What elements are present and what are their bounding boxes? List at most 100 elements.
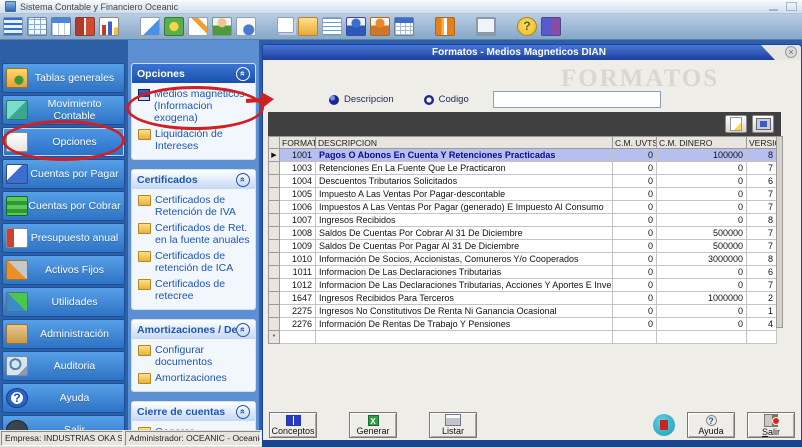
window-grid-icon[interactable]	[51, 17, 71, 36]
sidebar-item-cuentas-por-cobrar[interactable]: Cuentas por Cobrar	[2, 191, 125, 221]
folder-icon	[138, 373, 151, 384]
conceptos-button[interactable]: Conceptos	[269, 412, 317, 438]
table-row[interactable]: 1008Saldos De Cuentas Por Cobrar Al 31 D…	[269, 227, 777, 240]
panel-item-certificados-de-ret-en-la-fuente-anuales[interactable]: Certificados de Ret. en la fuente anuale…	[134, 220, 253, 248]
collapse-icon[interactable]	[236, 173, 250, 187]
user-search-icon[interactable]	[346, 17, 366, 36]
table-row[interactable]: 1012Informacion De Las Declaraciones Tri…	[269, 279, 777, 292]
cell-descripcion: Información De Rentas De Trabajo Y Pensi…	[316, 318, 613, 331]
column-header-formato[interactable]: FORMAT	[280, 137, 316, 149]
panel-item-configurar-documentos[interactable]: Configurar documentos	[134, 342, 253, 370]
open-folder-icon[interactable]	[298, 17, 318, 36]
listar-button[interactable]: Listar	[429, 412, 477, 438]
cell-value: 2276	[280, 318, 316, 331]
panel-item-certificados-de-retenci-n-de-iva[interactable]: Certificados de Retención de IVA	[134, 192, 253, 220]
panel-item-certificados-de-retenci-n-de-ica[interactable]: Certificados de retención de ICA	[134, 248, 253, 276]
cell-value: 0	[657, 318, 747, 331]
money-icon[interactable]	[164, 17, 184, 36]
panel-item-amortizaciones[interactable]: Amortizaciones	[134, 370, 253, 386]
sidebar-item-tablas-generales[interactable]: Tablas generales	[2, 63, 125, 93]
bar-chart-icon[interactable]	[99, 17, 119, 36]
table-row[interactable]: 1010Información De Socios, Accionistas, …	[269, 253, 777, 266]
table-row[interactable]: 2275Ingresos No Constitutivos De Renta N…	[269, 305, 777, 318]
sidebar-item-ayuda[interactable]: Ayuda	[2, 383, 125, 413]
table-row[interactable]: 1009Saldos De Cuentas Por Pagar Al 31 De…	[269, 240, 777, 253]
video-help-button[interactable]	[653, 414, 675, 436]
tables-icon[interactable]	[27, 17, 47, 36]
user-icon[interactable]	[212, 17, 232, 36]
sidebar-item-auditoria[interactable]: Auditoria	[2, 351, 125, 381]
table-row[interactable]: 1004Descuentos Tributarios Solicitados00…	[269, 175, 777, 188]
report-icon[interactable]	[322, 17, 342, 36]
radio-descripcion[interactable]: Descripcion	[329, 94, 394, 105]
panel-item-liquidaci-n-de-intereses[interactable]: Liquidación de Intereses	[134, 126, 253, 154]
chart-doc-icon	[6, 228, 28, 248]
address-book-icon[interactable]	[435, 17, 455, 36]
window-controls	[769, 2, 797, 11]
calendar-icon[interactable]	[394, 17, 414, 36]
table-new-row[interactable]: *	[269, 331, 777, 344]
section-header-amortizaciones-depreciaci[interactable]: Amortizaciones / Depreciaci...	[132, 320, 255, 339]
export-doc-icon[interactable]	[140, 17, 160, 36]
monitor-chart-icon[interactable]	[476, 17, 496, 36]
options-panel-header[interactable]: Opciones	[132, 64, 255, 83]
window-bottom-edge	[262, 441, 802, 447]
panel-item-certificados-de-retecree[interactable]: Certificados de retecree	[134, 276, 253, 304]
table-row[interactable]: 1006Impuestos A Las Ventas Por Pagar (ge…	[269, 201, 777, 214]
edit-pencil-icon[interactable]	[188, 17, 208, 36]
copy-doc-icon[interactable]	[277, 17, 294, 33]
search-input[interactable]	[493, 91, 661, 108]
sidebar-item-administraci-n[interactable]: Administración	[2, 319, 125, 349]
table-row[interactable]: 1007Ingresos Recibidos008	[269, 214, 777, 227]
row-selector-cell	[269, 253, 280, 266]
column-header-descripcion[interactable]: DESCRIPCION	[316, 137, 613, 149]
table-row[interactable]: 2276Información De Rentas De Trabajo Y P…	[269, 318, 777, 331]
history-doc-icon[interactable]	[236, 17, 256, 36]
sidebar-item-movimiento-contable[interactable]: Movimiento Contable	[2, 95, 125, 125]
radio-codigo[interactable]: Codigo	[424, 94, 469, 105]
watermark-text: FORMATOS	[561, 65, 719, 93]
collapse-icon[interactable]	[236, 405, 250, 419]
ayuda-button[interactable]: Ayuda	[687, 412, 735, 438]
section-header-cierre-de-cuentas[interactable]: Cierre de cuentas	[132, 402, 255, 421]
formats-table[interactable]: FORMAT DESCRIPCION C.M. UVTS C.M. DINERO…	[268, 136, 777, 344]
table-row[interactable]: 1003Retenciones En La Fuente Que Le Prac…	[269, 162, 777, 175]
sidebar-item-cuentas-por-pagar[interactable]: Cuentas por Pagar	[2, 159, 125, 189]
sidebar-item-activos-fijos[interactable]: Activos Fijos	[2, 255, 125, 285]
collapse-icon[interactable]	[236, 67, 250, 81]
note-button[interactable]	[725, 115, 747, 133]
sidebar-item-opciones[interactable]: Opciones	[2, 127, 125, 157]
table-row[interactable]: 1011Informacion De Las Declaraciones Tri…	[269, 266, 777, 279]
salir-button[interactable]: Salir	[747, 412, 795, 438]
table-row[interactable]: 1647Ingresos Recibidos Para Terceros0100…	[269, 292, 777, 305]
left-buttons: Conceptos Generar Listar	[269, 412, 477, 438]
sidebar-item-utilidades[interactable]: Utilidades	[2, 287, 125, 317]
sidebar-item-presupuesto-anual[interactable]: Presupuesto anual	[2, 223, 125, 253]
book-icon[interactable]	[75, 17, 95, 36]
grid-print-button[interactable]	[752, 115, 774, 133]
collapse-icon[interactable]	[236, 323, 250, 337]
tree-view-icon[interactable]	[3, 17, 23, 36]
section-header-certificados[interactable]: Certificados	[132, 170, 255, 189]
minimize-icon[interactable]	[769, 3, 778, 11]
close-icon[interactable]	[785, 46, 797, 58]
radio-unselected-icon	[424, 95, 434, 105]
column-header-version[interactable]: VERSION	[747, 137, 777, 149]
cell-descripcion: Impuesto A Las Ventas Por Pagar-desconta…	[316, 188, 613, 201]
generar-button[interactable]: Generar	[349, 412, 397, 438]
row-selector-cell	[269, 175, 280, 188]
help-bubble-icon[interactable]	[517, 17, 537, 36]
table-scrollbar[interactable]	[776, 136, 783, 328]
restore-icon[interactable]	[786, 2, 797, 11]
row-selector-cell: ▶	[269, 149, 280, 162]
table-row[interactable]: 1005Impuesto A Las Ventas Por Pagar-desc…	[269, 188, 777, 201]
options-panel-title: Opciones	[137, 68, 185, 80]
exit-door-icon[interactable]	[541, 17, 561, 36]
user-key-icon[interactable]	[370, 17, 390, 36]
column-header-uvts[interactable]: C.M. UVTS	[613, 137, 657, 149]
column-header-dinero[interactable]: C.M. DINERO	[657, 137, 747, 149]
table-row[interactable]: ▶1001Pagos O Abonos En Cuenta Y Retencio…	[269, 149, 777, 162]
panel-item-label: Configurar documentos	[155, 344, 251, 368]
sidebar-item-label: Tablas generales	[28, 72, 124, 84]
panel-item-medios-magneticos-informacion-exogena[interactable]: Medios magneticos (Informacion exogena)	[134, 86, 253, 126]
